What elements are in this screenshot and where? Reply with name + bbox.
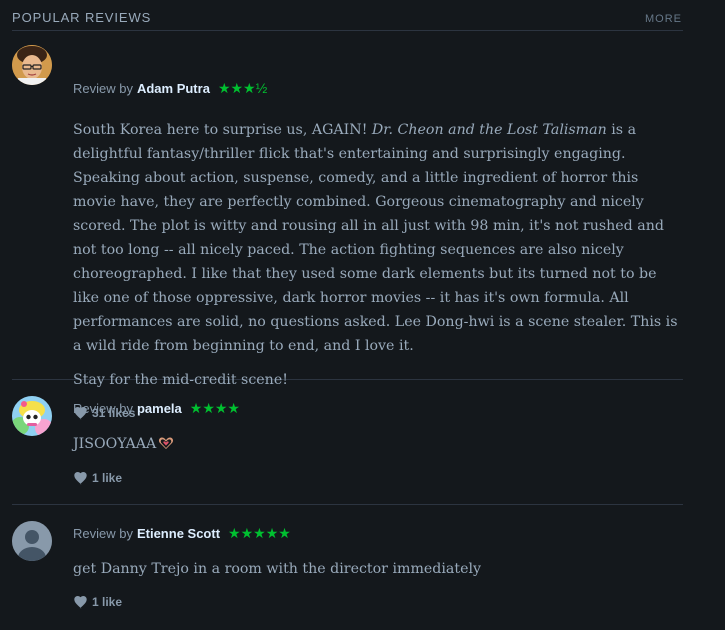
heart-icon — [73, 595, 88, 609]
review-attribution: Review by Etienne Scott ★★★★★ — [73, 523, 683, 543]
review-item: Review by Adam Putra ★★★½ South Korea he… — [12, 31, 683, 420]
avatar[interactable] — [12, 45, 52, 85]
review-item: Review by pamela ★★★★ JISOOYAAA 1 like — [12, 380, 683, 505]
review-attribution: Review by pamela ★★★★ — [73, 398, 683, 418]
heart-hands-icon — [158, 434, 174, 458]
likes-link[interactable]: 1 like — [73, 471, 683, 485]
avatar[interactable] — [12, 396, 52, 436]
rating-stars: ★★★★★ — [228, 525, 291, 541]
likes-count: 1 like — [92, 595, 123, 609]
review-body: Review by Adam Putra ★★★½ South Korea he… — [73, 78, 683, 421]
film-title: Dr. Cheon and the Lost Talisman — [371, 122, 607, 138]
section-title: Popular Reviews — [12, 10, 152, 25]
review-text-part: is a delightful fantasy/thriller flick t… — [73, 122, 678, 354]
author-name[interactable]: pamela — [137, 401, 182, 416]
review-text: JISOOYAAA — [73, 432, 683, 458]
more-link[interactable]: More — [645, 13, 682, 25]
review-item: Review by Etienne Scott ★★★★★ get Danny … — [12, 505, 683, 630]
review-text-part: South Korea here to surprise us, AGAIN! — [73, 122, 372, 138]
review-attribution: Review by Adam Putra ★★★½ — [73, 78, 683, 98]
heart-icon — [73, 471, 88, 485]
review-body: Review by pamela ★★★★ JISOOYAAA 1 like — [73, 398, 683, 486]
avatar-image — [12, 45, 52, 85]
author-name[interactable]: Etienne Scott — [137, 526, 220, 541]
review-by-label: Review by — [73, 400, 133, 416]
review-by-label: Review by — [73, 80, 133, 96]
review-text-part: JISOOYAAA — [73, 436, 157, 452]
review-by-label: Review by — [73, 525, 133, 541]
review-text: get Danny Trejo in a room with the direc… — [73, 561, 482, 577]
likes-count: 1 like — [92, 471, 123, 485]
section-header: Popular Reviews More — [12, 0, 683, 31]
popular-reviews-section: Popular Reviews More Review by Adam Putr… — [12, 0, 683, 630]
avatar[interactable] — [12, 521, 52, 561]
avatar-image — [12, 521, 52, 561]
avatar-image — [12, 396, 52, 436]
rating-stars: ★★★★ — [189, 400, 240, 416]
review-body: Review by Etienne Scott ★★★★★ get Danny … — [73, 523, 683, 610]
likes-link[interactable]: 1 like — [73, 595, 683, 609]
review-text: South Korea here to surprise us, AGAIN! … — [73, 118, 683, 358]
author-name[interactable]: Adam Putra — [137, 81, 210, 96]
rating-stars: ★★★½ — [217, 80, 268, 96]
